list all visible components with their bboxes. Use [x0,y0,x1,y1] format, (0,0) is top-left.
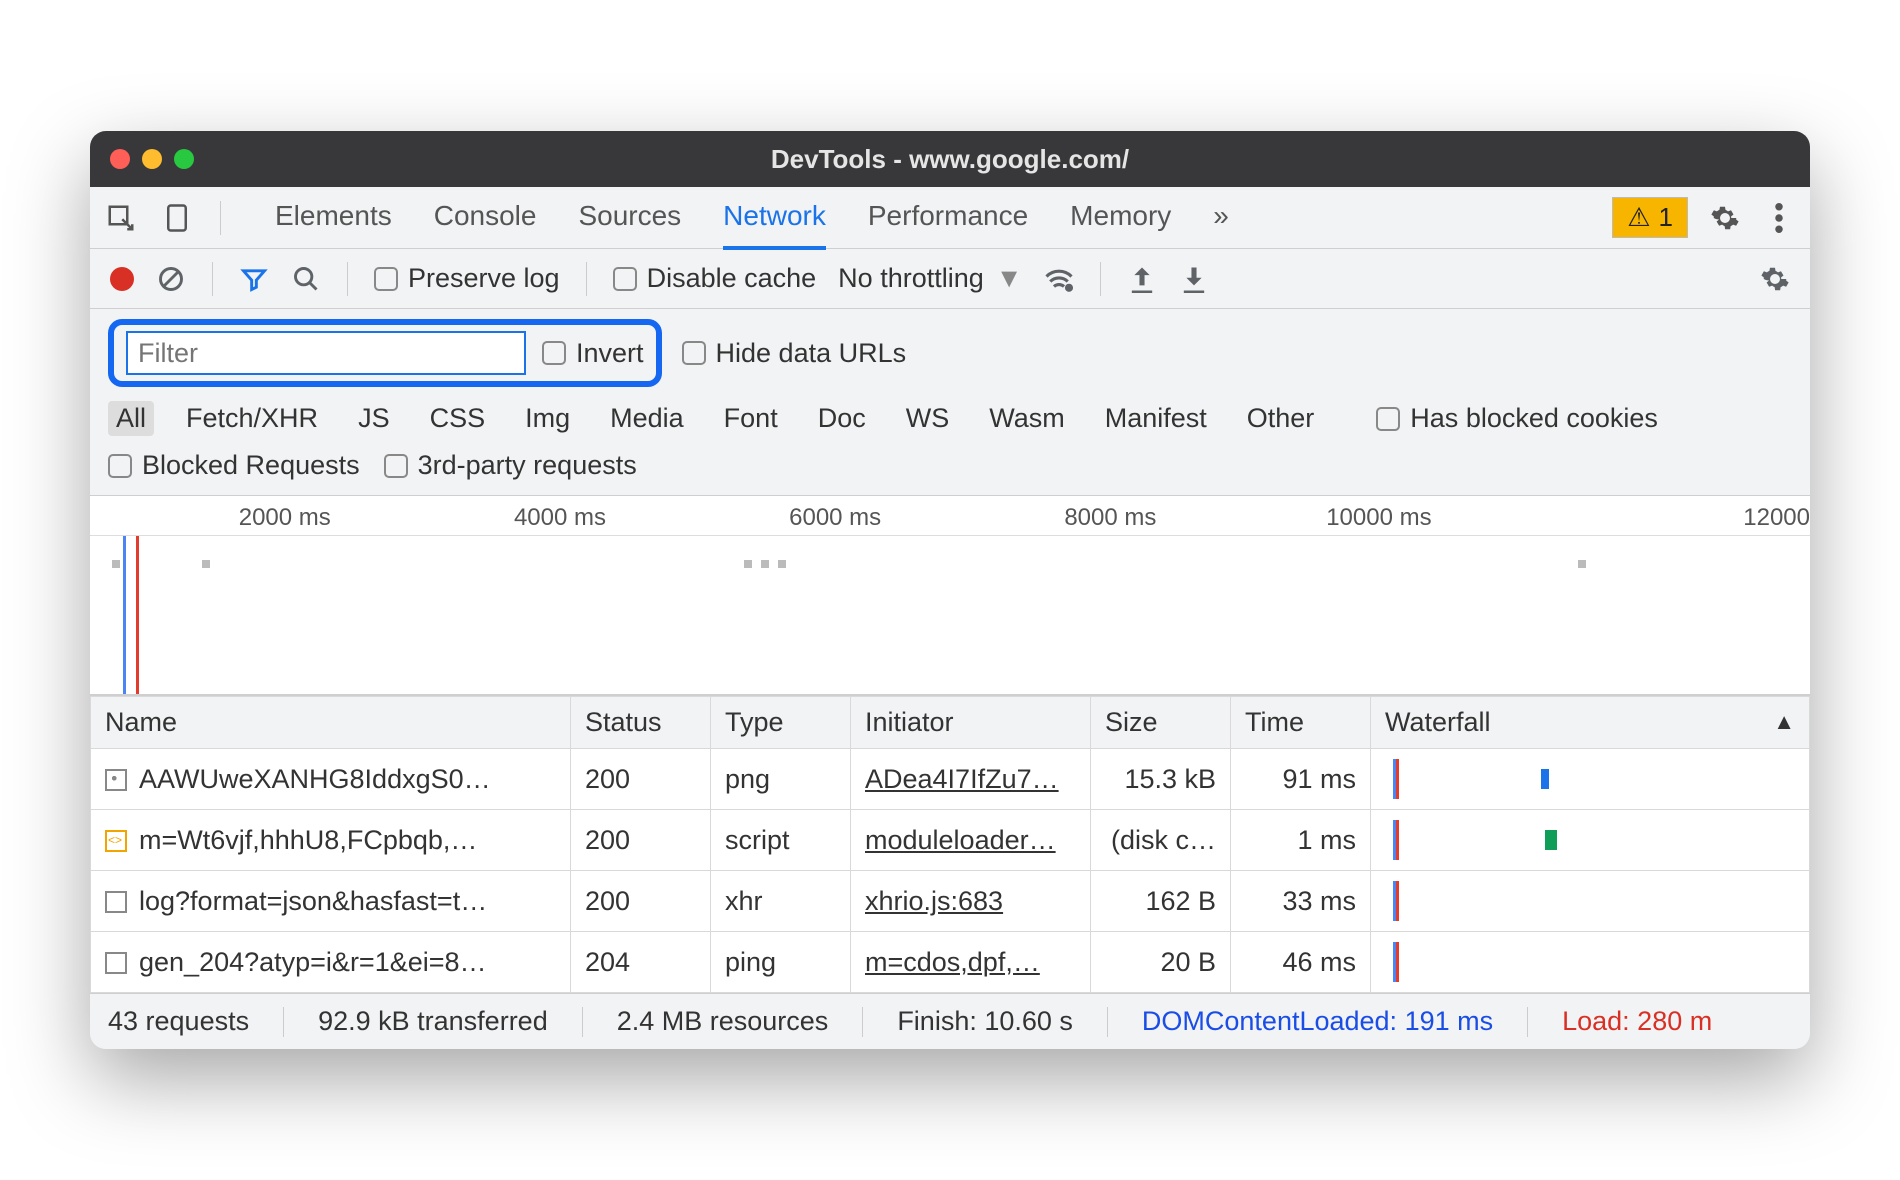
tab-sources[interactable]: Sources [578,186,681,250]
initiator-link[interactable]: xhrio.js:683 [865,886,1003,916]
issues-badge[interactable]: ⚠ 1 [1612,197,1688,238]
col-size[interactable]: Size [1091,697,1231,749]
filter-bar: Invert Hide data URLs All Fetch/XHR JS CSS I… [90,309,1810,496]
device-toggle-icon[interactable] [160,201,194,235]
filter-type-manifest[interactable]: Manifest [1097,401,1215,436]
tab-network[interactable]: Network [723,186,826,250]
initiator-link[interactable]: ADea4I7IfZu7… [865,764,1059,794]
col-name[interactable]: Name [91,697,571,749]
waterfall-cell [1385,759,1795,799]
chevron-down-icon: ▼ [996,263,1023,294]
timeline-tick: 6000 ms [789,504,881,532]
load-marker [136,536,139,694]
col-time[interactable]: Time [1231,697,1371,749]
status-domcontentloaded: DOMContentLoaded: 191 ms [1142,1006,1493,1037]
filter-type-fetchxhr[interactable]: Fetch/XHR [178,401,326,436]
initiator-link[interactable]: m=cdos,dpf,… [865,947,1040,977]
status-load: Load: 280 m [1562,1006,1712,1037]
col-type[interactable]: Type [711,697,851,749]
filter-type-other[interactable]: Other [1239,401,1323,436]
filter-type-all[interactable]: All [108,401,154,436]
download-har-icon[interactable] [1179,264,1209,294]
tab-memory[interactable]: Memory [1070,186,1171,250]
timeline-tick: 12000 [1743,504,1810,532]
table-row[interactable]: AAWUweXANHG8IddxgS0…200pngADea4I7IfZu7…1… [91,749,1810,810]
file-img-icon [105,769,127,791]
disable-cache-checkbox[interactable]: Disable cache [613,263,817,294]
clear-icon[interactable] [156,264,186,294]
blocked-requests-checkbox[interactable]: Blocked Requests [108,450,360,481]
devtools-window: DevTools - www.google.com/ Elements Cons… [90,131,1810,1049]
timeline-overview[interactable]: 2000 ms 4000 ms 6000 ms 8000 ms 10000 ms 1200… [90,496,1810,696]
col-status[interactable]: Status [571,697,711,749]
filter-types: All Fetch/XHR JS CSS Img Media Font Doc WS Wasm Ma… [108,401,1792,436]
status-transferred: 92.9 kB transferred [318,1006,548,1037]
table-row[interactable]: log?format=json&hasfast=t…200xhrxhrio.js… [91,871,1810,932]
col-initiator[interactable]: Initiator [851,697,1091,749]
timeline-tick: 4000 ms [514,504,606,532]
timeline-tick: 10000 ms [1326,504,1431,532]
tab-elements[interactable]: Elements [275,186,392,250]
titlebar: DevTools - www.google.com/ [90,131,1810,187]
requests-table: Name Status Type Initiator Size Time Wat… [90,696,1810,993]
filter-type-wasm[interactable]: Wasm [981,401,1073,436]
filter-type-js[interactable]: JS [350,401,398,436]
window-title: DevTools - www.google.com/ [90,144,1810,175]
upload-har-icon[interactable] [1127,264,1157,294]
record-button[interactable] [110,267,134,291]
settings-icon[interactable] [1708,201,1742,235]
table-row[interactable]: m=Wt6vjf,hhhU8,FCpbqb,…200scriptmodulelo… [91,810,1810,871]
filter-type-font[interactable]: Font [716,401,786,436]
network-settings-icon[interactable] [1760,264,1790,294]
filter-type-css[interactable]: CSS [422,401,494,436]
tabs-more-icon[interactable]: » [1213,186,1229,250]
filter-input[interactable] [126,331,526,375]
issues-count: 1 [1659,202,1673,233]
table-header-row: Name Status Type Initiator Size Time Wat… [91,697,1810,749]
initiator-link[interactable]: moduleloader… [865,825,1056,855]
sort-asc-icon: ▲ [1773,709,1795,735]
has-blocked-cookies-checkbox[interactable]: Has blocked cookies [1376,403,1658,434]
invert-checkbox[interactable]: Invert [542,338,644,369]
filter-type-ws[interactable]: WS [898,401,958,436]
kebab-menu-icon[interactable] [1762,201,1796,235]
network-toolbar: Preserve log Disable cache No throttling… [90,249,1810,309]
filter-type-img[interactable]: Img [517,401,578,436]
timeline-tick: 2000 ms [239,504,331,532]
table-row[interactable]: gen_204?atyp=i&r=1&ei=8…204pingm=cdos,dp… [91,932,1810,993]
status-resources: 2.4 MB resources [617,1006,829,1037]
third-party-checkbox[interactable]: 3rd-party requests [384,450,637,481]
status-requests: 43 requests [108,1006,249,1037]
search-icon[interactable] [291,264,321,294]
timeline-tick: 8000 ms [1064,504,1156,532]
preserve-log-checkbox[interactable]: Preserve log [374,263,560,294]
panel-tabs: Elements Console Sources Network Perform… [275,186,1229,250]
tab-performance[interactable]: Performance [868,186,1028,250]
inspect-icon[interactable] [104,201,138,235]
network-conditions-icon[interactable] [1044,264,1074,294]
throttling-select[interactable]: No throttling ▼ [838,263,1022,294]
file-doc-icon [105,952,127,974]
waterfall-cell [1385,881,1795,921]
col-waterfall[interactable]: Waterfall▲ [1371,697,1810,749]
warning-icon: ⚠ [1627,202,1650,233]
filter-highlight: Invert [108,319,662,387]
waterfall-cell [1385,820,1795,860]
status-bar: 43 requests 92.9 kB transferred 2.4 MB r… [90,993,1810,1049]
file-doc-icon [105,891,127,913]
filter-type-doc[interactable]: Doc [810,401,874,436]
dcl-marker [123,536,126,694]
waterfall-cell [1385,942,1795,982]
tab-console[interactable]: Console [434,186,537,250]
filter-toggle-icon[interactable] [239,264,269,294]
panel-tabstrip: Elements Console Sources Network Perform… [90,187,1810,249]
file-js-icon [105,830,127,852]
status-finish: Finish: 10.60 s [897,1006,1073,1037]
hide-data-urls-checkbox[interactable]: Hide data URLs [682,338,907,369]
filter-type-media[interactable]: Media [602,401,692,436]
